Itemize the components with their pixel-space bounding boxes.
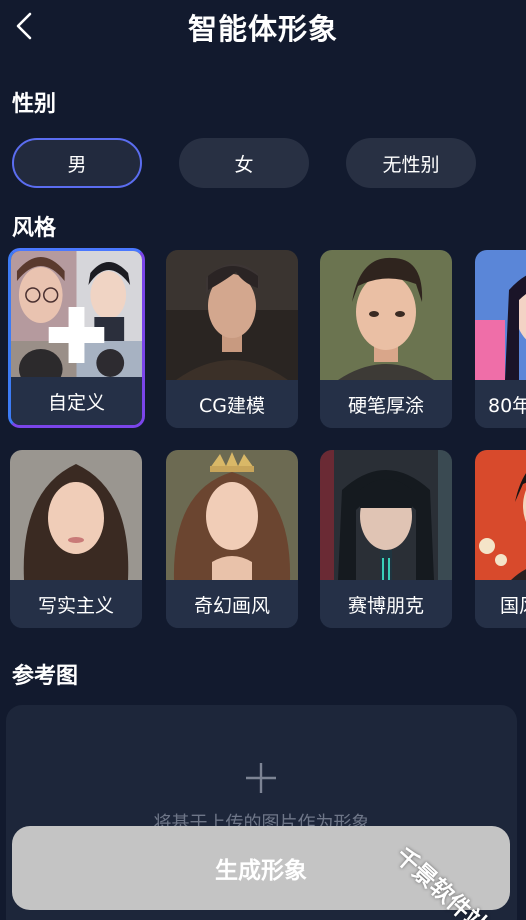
- pen-painting-portrait-image: [320, 250, 452, 380]
- page-title: 智能体形象: [187, 12, 338, 46]
- style-card-label: 写实主义: [10, 580, 142, 628]
- style-card-label: 奇幻画风: [166, 580, 298, 628]
- style-card-80s[interactable]: 80年: [475, 250, 526, 428]
- top-bar: 智能体形象: [0, 0, 526, 52]
- gender-section-label: 性别: [12, 92, 57, 117]
- fantasy-portrait-image: [166, 450, 298, 580]
- style-card-label: 国风: [475, 580, 526, 628]
- style-card-custom[interactable]: 自定义: [8, 248, 145, 428]
- gender-option-female[interactable]: 女: [179, 138, 309, 188]
- style-card-label: 硬笔厚涂: [320, 380, 452, 428]
- style-section-label: 风格: [12, 216, 57, 241]
- chinese-style-portrait-image: [475, 450, 526, 580]
- gender-option-male[interactable]: 男: [12, 138, 142, 188]
- style-card-realism[interactable]: 写实主义: [10, 450, 142, 628]
- eighties-anime-portrait-image: [475, 250, 526, 380]
- style-card-cg[interactable]: CG建模: [166, 250, 298, 428]
- style-card-label: 80年: [475, 380, 526, 428]
- cyberpunk-portrait-image: [320, 450, 452, 580]
- style-grid: 自定义 CG建模 硬笔厚涂 80年 写实主义 奇幻画风 赛博朋克 国: [0, 248, 526, 628]
- gender-options: 男 女 无性别: [12, 138, 526, 188]
- style-card-fantasy[interactable]: 奇幻画风: [166, 450, 298, 628]
- custom-collage-image: [11, 251, 142, 381]
- style-card-cyberpunk[interactable]: 赛博朋克: [320, 450, 452, 628]
- plus-icon[interactable]: [243, 760, 279, 796]
- style-card-label: 赛博朋克: [320, 580, 452, 628]
- style-card-pen-painting[interactable]: 硬笔厚涂: [320, 250, 452, 428]
- style-card-label: 自定义: [11, 377, 142, 425]
- style-card-label: CG建模: [166, 380, 298, 428]
- reference-section-label: 参考图: [12, 664, 79, 689]
- gender-option-none[interactable]: 无性别: [346, 138, 476, 188]
- style-card-chinese-style[interactable]: 国风: [475, 450, 526, 628]
- cg-portrait-image: [166, 250, 298, 380]
- realism-portrait-image: [10, 450, 142, 580]
